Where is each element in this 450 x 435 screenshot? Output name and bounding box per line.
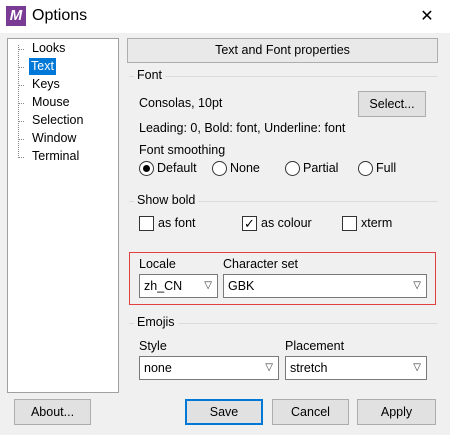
tree-connector <box>18 49 24 50</box>
close-icon[interactable]: ✕ <box>416 6 438 28</box>
tree-item-mouse[interactable]: Mouse <box>30 94 72 111</box>
tree-connector <box>18 121 24 122</box>
tree-connector <box>18 67 24 68</box>
chevron-down-icon: ▽ <box>265 362 273 373</box>
tree-item-text[interactable]: Text <box>29 58 56 75</box>
bold-group-label: Show bold <box>134 193 199 207</box>
bold-as-colour-label[interactable]: as colour <box>261 216 312 230</box>
locale-label: Locale <box>139 257 176 271</box>
tree-connector <box>18 85 24 86</box>
smoothing-none-radio[interactable] <box>212 161 227 176</box>
tree-item-keys[interactable]: Keys <box>30 76 62 93</box>
smoothing-full-label[interactable]: Full <box>376 161 396 175</box>
about-button[interactable]: About... <box>14 399 91 425</box>
font-name: Consolas, 10pt <box>139 96 223 110</box>
smoothing-default-radio[interactable] <box>139 161 154 176</box>
bold-as-colour-checkbox[interactable]: ✓ <box>242 216 257 231</box>
chevron-down-icon: ▽ <box>204 280 212 291</box>
smoothing-partial-radio[interactable] <box>285 161 300 176</box>
charset-value: GBK <box>228 279 255 293</box>
bold-xterm-checkbox[interactable] <box>342 216 357 231</box>
charset-label: Character set <box>223 257 299 271</box>
emoji-style-value: none <box>144 361 172 375</box>
font-group-label: Font <box>134 68 166 82</box>
charset-select[interactable]: GBK ▽ <box>223 274 427 298</box>
chevron-down-icon: ▽ <box>413 362 421 373</box>
smoothing-partial-label[interactable]: Partial <box>303 161 338 175</box>
bold-as-font-label[interactable]: as font <box>158 216 196 230</box>
smoothing-default-label[interactable]: Default <box>157 161 197 175</box>
smoothing-none-label[interactable]: None <box>230 161 260 175</box>
chevron-down-icon: ▽ <box>413 280 421 291</box>
tree-connector <box>18 157 24 158</box>
emoji-style-select[interactable]: none ▽ <box>139 356 279 380</box>
locale-select[interactable]: zh_CN ▽ <box>139 274 218 298</box>
bold-as-font-checkbox[interactable] <box>139 216 154 231</box>
tree-connector <box>18 45 19 158</box>
cancel-button[interactable]: Cancel <box>272 399 349 425</box>
locale-value: zh_CN <box>144 279 183 293</box>
tree-item-window[interactable]: Window <box>30 130 78 147</box>
tree-item-selection[interactable]: Selection <box>30 112 85 129</box>
emojis-group-label: Emojis <box>134 315 178 329</box>
placement-label: Placement <box>285 339 345 353</box>
category-tree[interactable] <box>7 38 119 393</box>
tree-item-terminal[interactable]: Terminal <box>30 148 81 165</box>
font-smoothing-label: Font smoothing <box>139 143 226 157</box>
app-icon: M <box>6 6 26 26</box>
smoothing-full-radio[interactable] <box>358 161 373 176</box>
emoji-placement-value: stretch <box>290 361 328 375</box>
font-group-line <box>129 76 438 77</box>
tree-connector <box>18 139 24 140</box>
save-button[interactable]: Save <box>185 399 263 425</box>
tree-item-looks[interactable]: Looks <box>30 40 67 57</box>
panel-title: Text and Font properties <box>127 38 438 63</box>
font-info: Leading: 0, Bold: font, Underline: font <box>139 121 346 135</box>
apply-button[interactable]: Apply <box>357 399 436 425</box>
style-label: Style <box>139 339 167 353</box>
emoji-placement-select[interactable]: stretch ▽ <box>285 356 427 380</box>
window-title: Options <box>32 7 88 24</box>
select-font-button[interactable]: Select... <box>358 91 426 117</box>
tree-connector <box>18 103 24 104</box>
bold-xterm-label[interactable]: xterm <box>361 216 392 230</box>
